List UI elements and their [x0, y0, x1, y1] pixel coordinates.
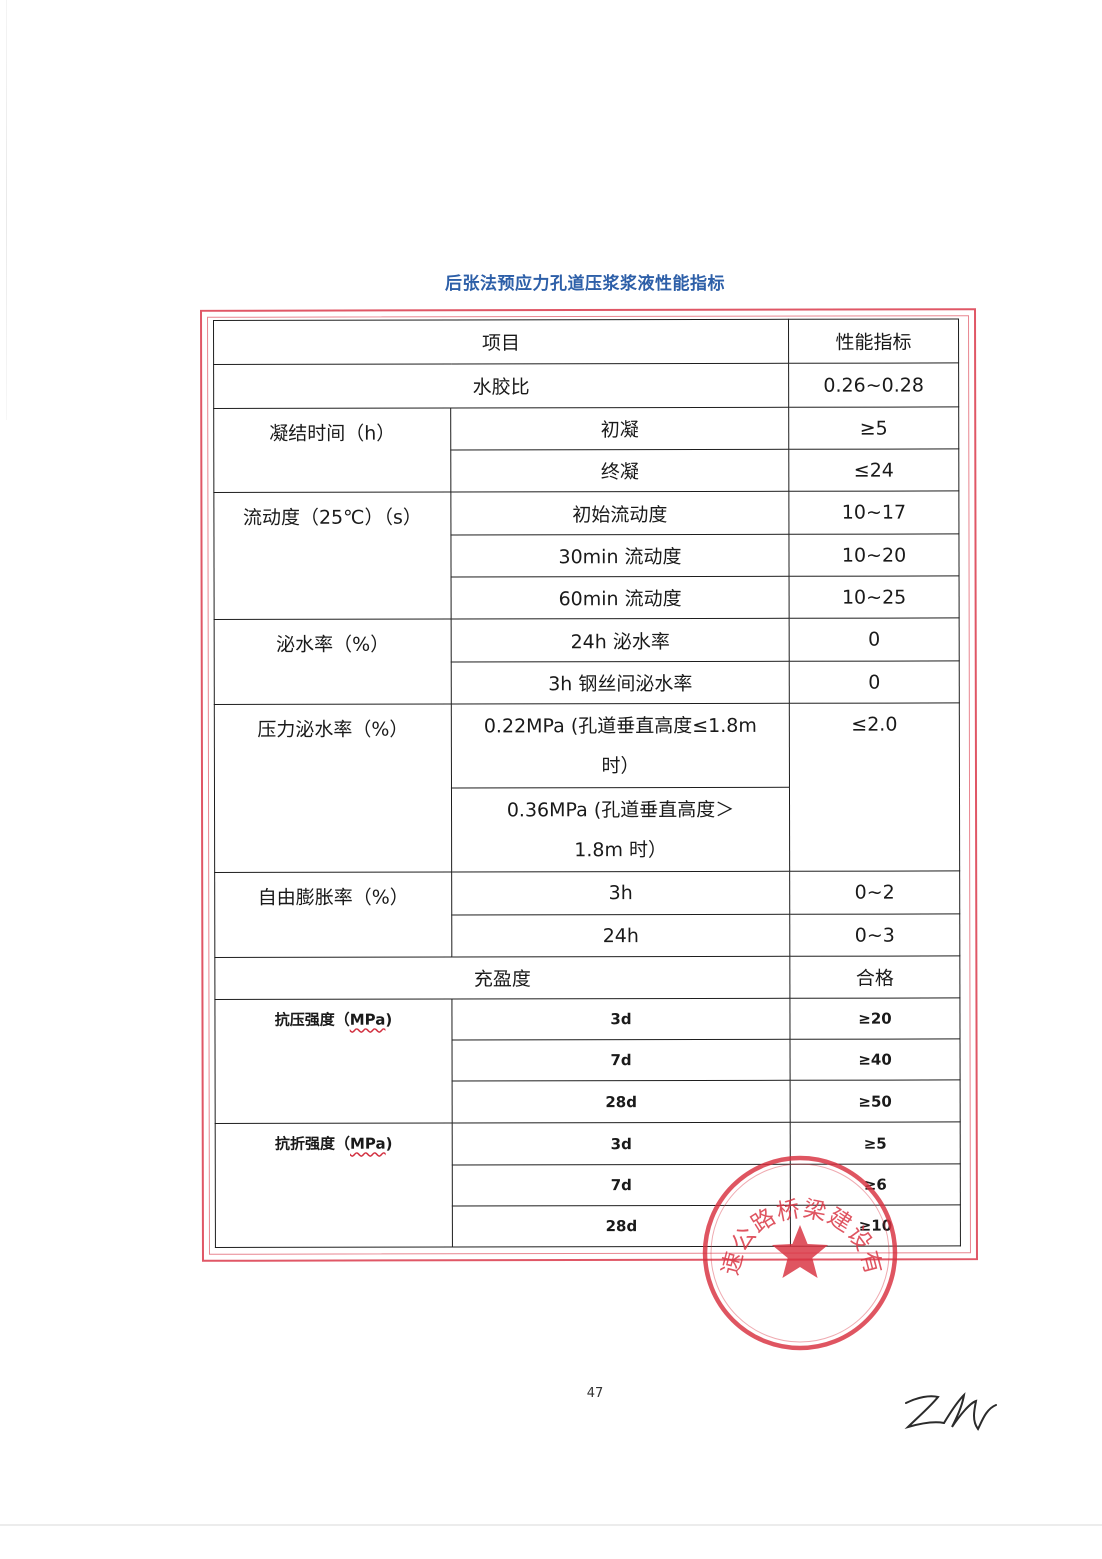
sub-item: 30min 流动度	[450, 534, 790, 578]
row-value: ≥5	[790, 1121, 961, 1165]
row-value: ≥40	[790, 1038, 961, 1081]
row-value: 10~25	[789, 575, 960, 619]
sub-item: 0.22MPa (孔道垂直高度≤1.8m 时）	[451, 703, 790, 789]
sub-item: 3d	[452, 1122, 791, 1166]
signature-stroke	[904, 1395, 945, 1430]
row-value: ≥20	[789, 997, 961, 1040]
sub-item-line: 1.8m 时）	[574, 838, 668, 861]
sub-item-line: 时）	[601, 754, 640, 777]
row-value: ≥50	[790, 1079, 961, 1123]
scan-edge	[6, 0, 7, 420]
table-row: 水胶比 0.26~0.28	[213, 362, 959, 409]
sub-item: 初始流动度	[450, 491, 789, 536]
table-header-row: 项目 性能指标	[213, 318, 959, 365]
table-row: 压力泌水率（%） 0.22MPa (孔道垂直高度≤1.8m 时） ≤2.0	[214, 702, 960, 873]
row-label: 充盈度	[214, 956, 790, 1000]
group-label: 抗压强度（MPa)	[214, 999, 453, 1124]
group-label: 压力泌水率（%）	[214, 704, 452, 873]
group-label-text: 抗压强度	[274, 1010, 335, 1029]
header-indicator: 性能指标	[788, 318, 959, 364]
row-value: 合格	[789, 955, 960, 999]
sub-item: 28d	[452, 1080, 791, 1124]
sub-item: 3h	[451, 871, 790, 916]
sub-item: 24h 泌水率	[451, 618, 790, 663]
row-value: 0~2	[789, 870, 960, 915]
row-value: 0~3	[789, 913, 960, 957]
table-row: 抗折强度（MPa) 3d ≥5	[215, 1121, 961, 1248]
row-value: ≥6	[790, 1163, 961, 1206]
sub-item: 3d	[451, 998, 791, 1041]
table-row: 充盈度 合格	[214, 955, 960, 1000]
sub-item: 60min 流动度	[451, 576, 790, 620]
sub-item: 28d	[452, 1205, 791, 1248]
table-row: 泌水率（%） 24h 泌水率 0	[214, 617, 960, 705]
group-label: 流动度（25℃）（s）	[213, 492, 452, 620]
sub-item: 初凝	[450, 407, 789, 451]
unit-label: MPa	[349, 1134, 386, 1153]
sub-item: 终凝	[450, 449, 789, 493]
row-value: 0	[789, 617, 960, 662]
sub-item-line: 0.36MPa (孔道垂直高度＞	[506, 798, 735, 821]
group-label: 抗折强度（MPa)	[215, 1123, 453, 1248]
sub-item: 7d	[452, 1164, 791, 1207]
table-row: 抗压强度（MPa) 3d ≥20	[214, 997, 961, 1124]
handwritten-signature	[904, 1392, 997, 1431]
sub-item: 3h 钢丝间泌水率	[451, 661, 790, 705]
performance-table: 项目 性能指标 水胶比 0.26~0.28 凝结时间（h） 初凝 ≥5 终凝 ≤…	[213, 318, 961, 1248]
group-label: 自由膨胀率（%）	[214, 872, 452, 958]
table-row: 凝结时间（h） 初凝 ≥5	[213, 406, 959, 493]
group-label: 泌水率（%）	[214, 619, 452, 705]
sub-item: 24h	[451, 914, 790, 958]
row-value: 10~17	[788, 490, 959, 535]
sub-item-line: 0.22MPa (孔道垂直高度≤1.8m	[483, 714, 757, 737]
unit-label: MPa	[349, 1010, 386, 1029]
row-label: 水胶比	[213, 363, 789, 409]
sub-item: 0.36MPa (孔道垂直高度＞ 1.8m 时）	[451, 787, 790, 873]
document-title: 后张法预应力孔道压浆浆液性能指标	[445, 274, 725, 294]
table-row: 流动度（25℃）（s） 初始流动度 10~17	[213, 490, 959, 620]
scan-edge	[0, 1524, 1102, 1526]
row-value: ≥10	[790, 1204, 961, 1247]
row-value: ≥5	[788, 406, 959, 450]
signature-stroke	[943, 1392, 997, 1431]
row-value: ≤24	[788, 448, 959, 492]
group-label-text: 抗折强度	[274, 1134, 335, 1153]
row-value: 0.26~0.28	[788, 362, 959, 408]
row-value: 0	[789, 660, 960, 704]
table-row: 自由膨胀率（%） 3h 0~2	[214, 870, 960, 958]
header-item: 项目	[213, 319, 789, 365]
group-label: 凝结时间（h）	[213, 408, 451, 493]
row-value: ≤2.0	[789, 702, 960, 872]
row-value: 10~20	[788, 533, 960, 577]
sub-item: 7d	[452, 1039, 791, 1082]
